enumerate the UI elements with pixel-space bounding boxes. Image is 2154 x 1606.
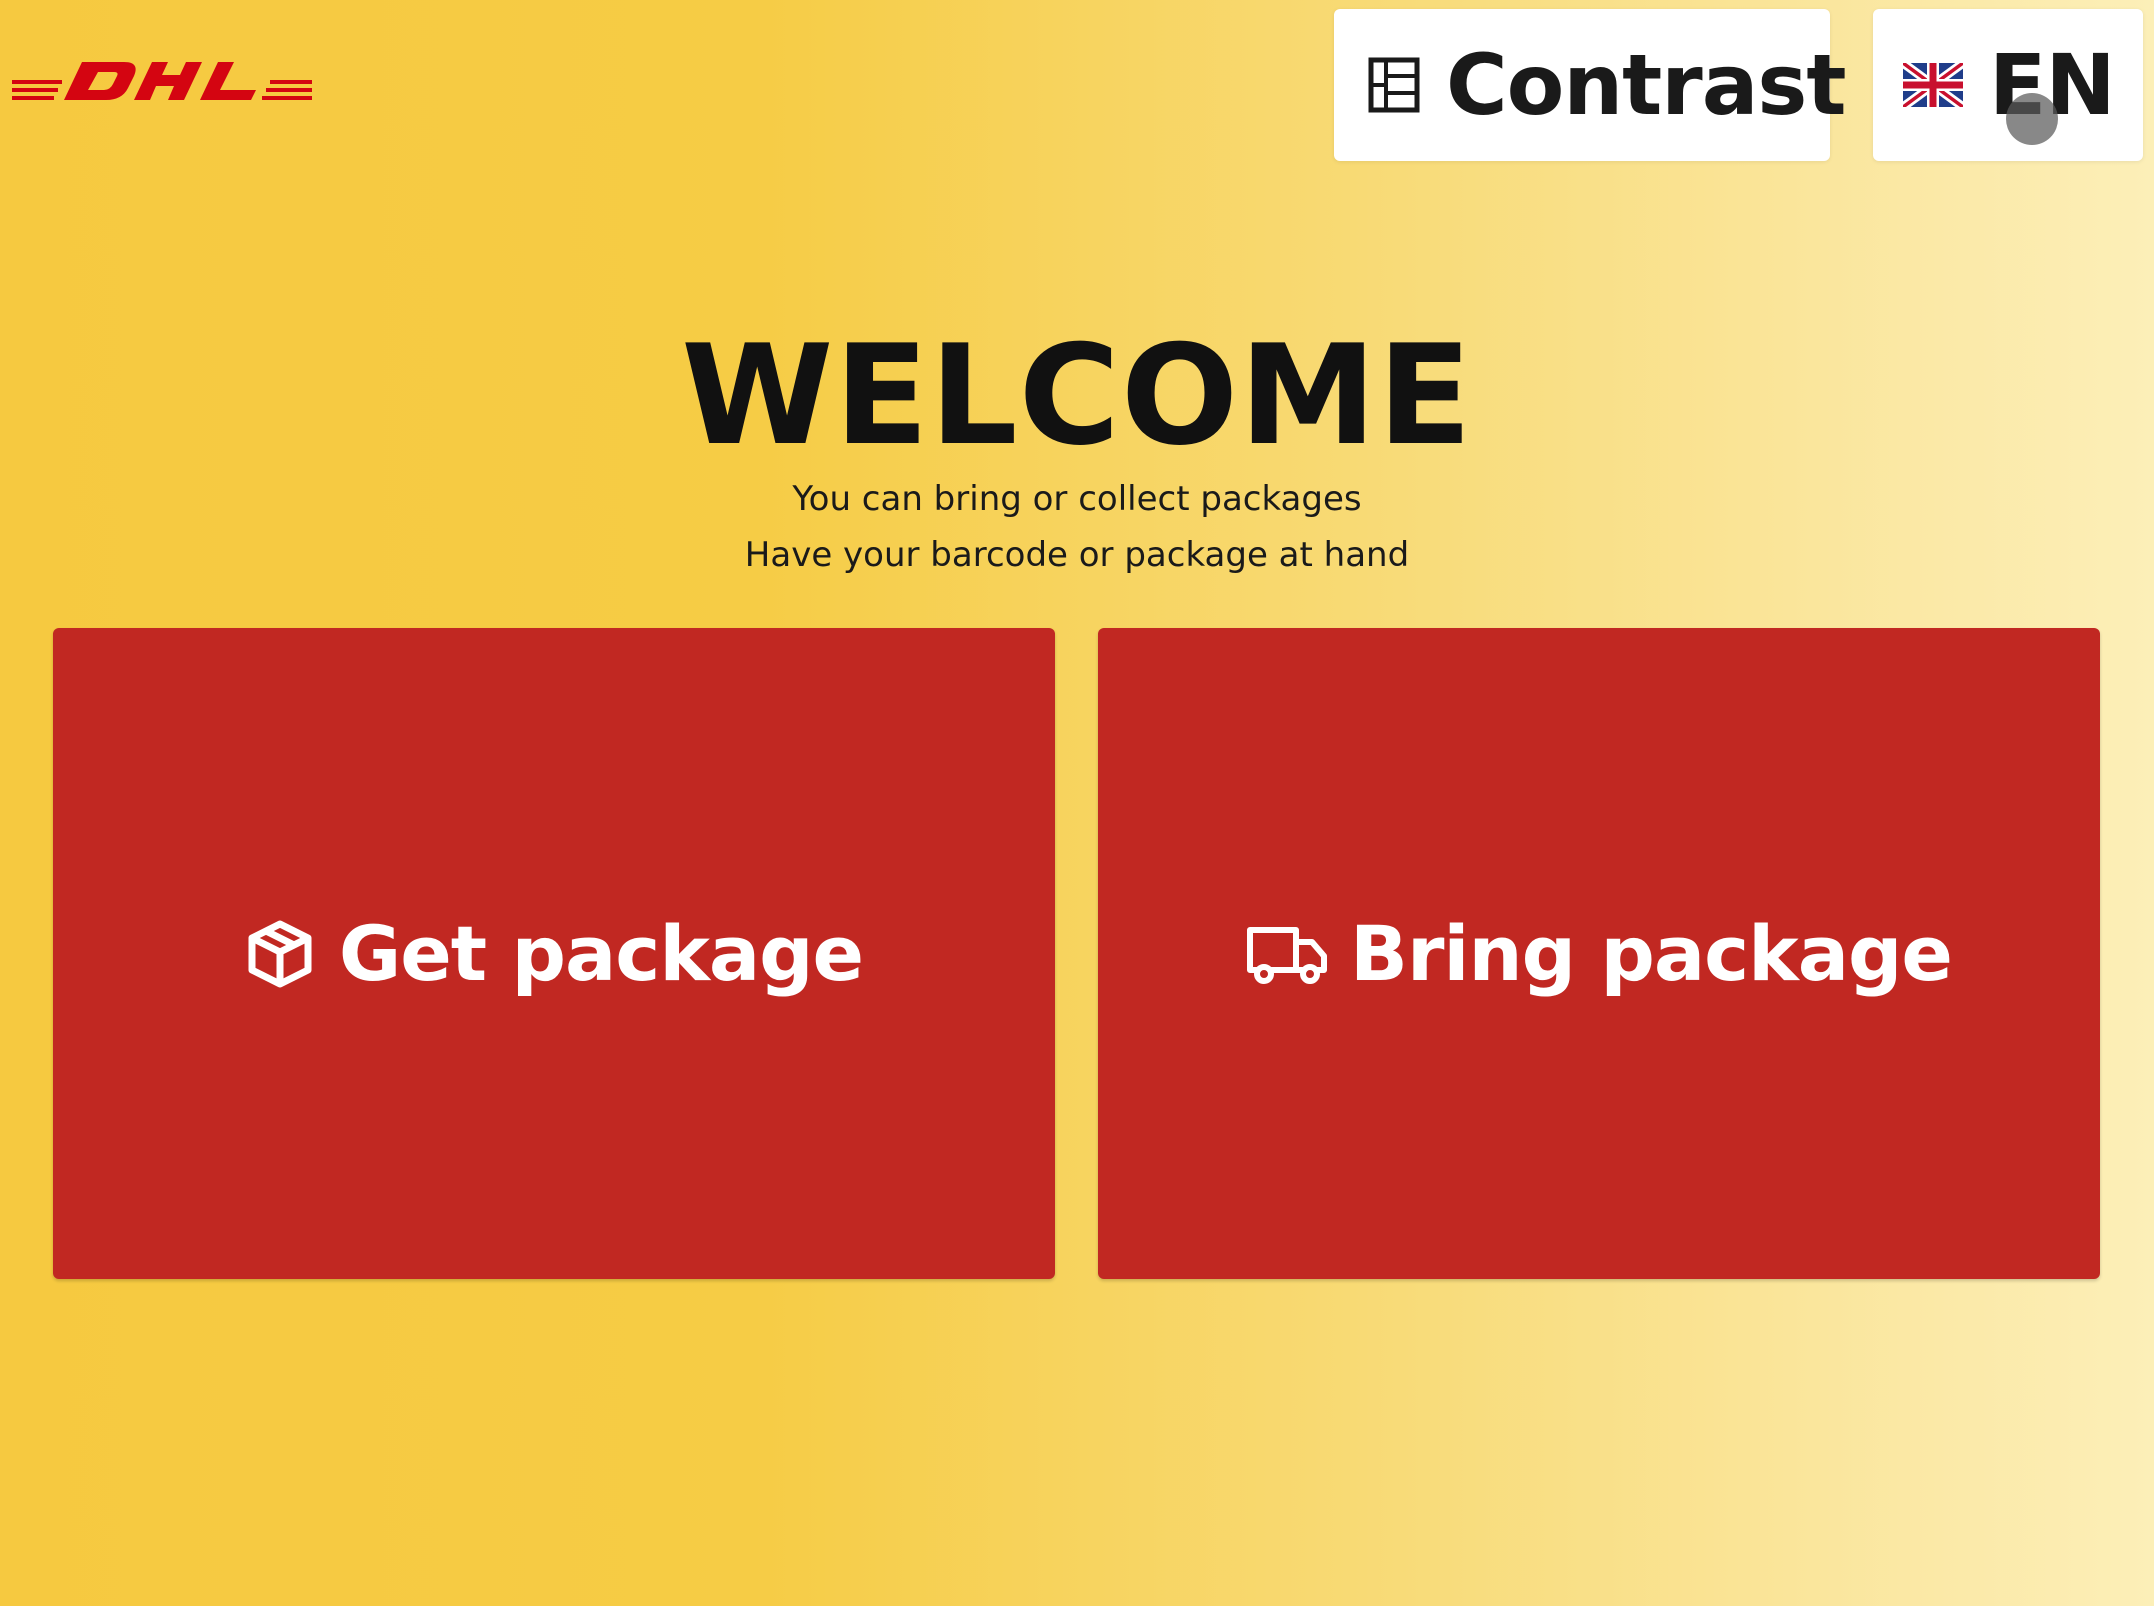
uk-flag-icon xyxy=(1903,63,1963,107)
contrast-grid-icon xyxy=(1368,57,1420,113)
touch-cursor-indicator xyxy=(2006,93,2058,145)
bring-package-label: Bring package xyxy=(1350,909,1953,998)
delivery-truck-icon xyxy=(1246,922,1330,986)
contrast-button[interactable]: Contrast xyxy=(1334,9,1847,161)
dhl-logo xyxy=(12,58,312,110)
language-button[interactable]: EN xyxy=(1873,9,2143,161)
get-package-button[interactable]: Get package xyxy=(53,628,1055,1279)
page-title: WELCOME xyxy=(681,315,1473,476)
package-box-icon xyxy=(245,919,315,989)
subtitle-line-2: Have your barcode or package at hand xyxy=(744,535,1410,575)
bring-package-button[interactable]: Bring package xyxy=(1098,628,2100,1279)
get-package-label: Get package xyxy=(338,909,864,998)
subtitle-line-1: You can bring or collect packages xyxy=(792,479,1362,519)
contrast-button-label: Contrast xyxy=(1446,36,1847,134)
